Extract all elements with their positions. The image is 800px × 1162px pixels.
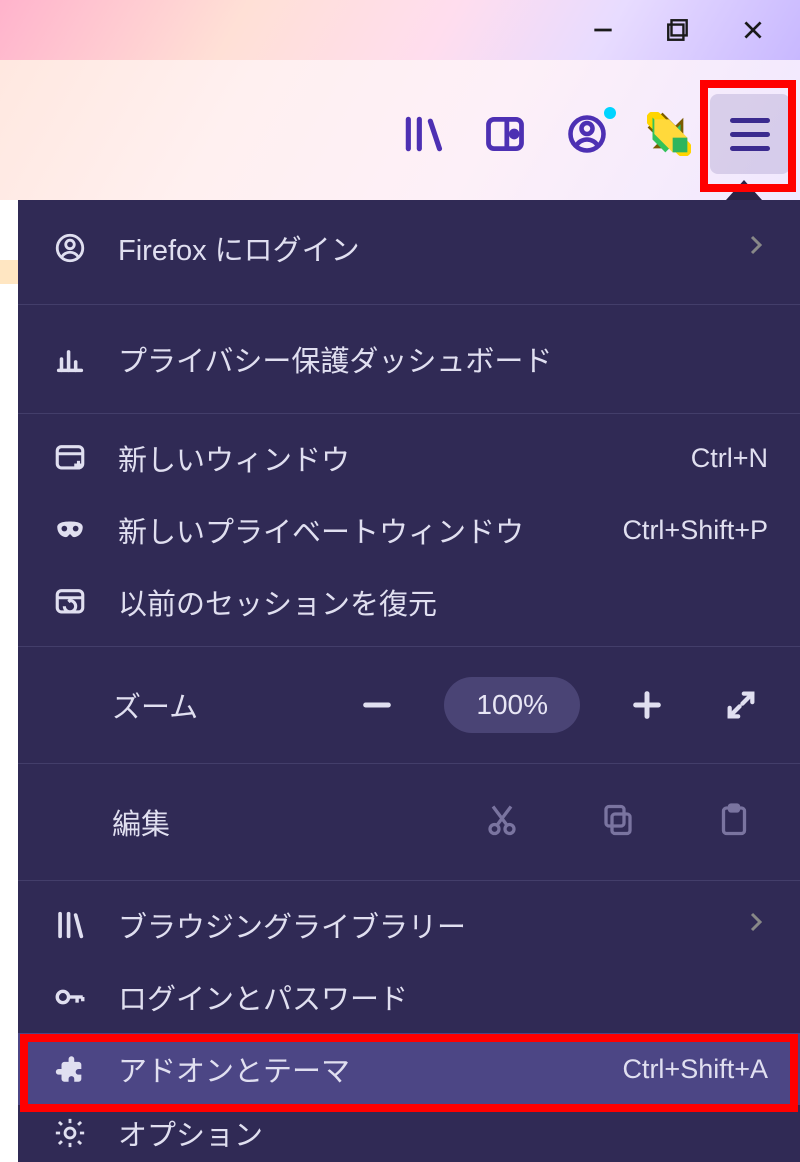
- menu-item-shortcut: Ctrl+Shift+P: [622, 515, 768, 546]
- menu-edit-row: 編集: [18, 772, 800, 872]
- menu-item-label: Firefox にログイン: [118, 227, 716, 269]
- menu-item-new-window[interactable]: 新しいウィンドウ Ctrl+N: [18, 422, 800, 494]
- sidebar-icon[interactable]: [466, 95, 544, 173]
- separator: [18, 880, 800, 881]
- app-menu-panel: Firefox にログイン プライバシー保護ダッシュボード 新しいウィンドウ C…: [18, 200, 800, 1162]
- notification-dot-icon: [604, 107, 616, 119]
- library-books-icon: [50, 908, 90, 942]
- browser-toolbar: [0, 60, 800, 200]
- menu-item-label: ブラウジングライブラリー: [118, 904, 716, 946]
- account-icon[interactable]: [548, 95, 626, 173]
- menu-item-label: ログインとパスワード: [118, 976, 768, 1018]
- menu-item-label: 新しいプライベートウィンドウ: [118, 509, 594, 551]
- menu-pointer-icon: [726, 180, 762, 200]
- menu-item-label: オプション: [118, 1112, 768, 1154]
- chart-icon: [50, 342, 90, 376]
- menu-item-label: プライバシー保護ダッシュボード: [118, 338, 768, 380]
- menu-item-privacy-dashboard[interactable]: プライバシー保護ダッシュボード: [18, 313, 800, 405]
- fullscreen-button[interactable]: [714, 678, 768, 732]
- zoom-out-button[interactable]: [350, 678, 404, 732]
- puzzle-icon: [50, 1052, 90, 1086]
- zoom-in-button[interactable]: [620, 678, 674, 732]
- separator: [18, 646, 800, 647]
- gear-icon: [50, 1116, 90, 1150]
- account-circle-icon: [50, 231, 90, 265]
- separator: [18, 763, 800, 764]
- menu-item-addons[interactable]: アドオンとテーマ Ctrl+Shift+A: [18, 1033, 800, 1105]
- minimize-button[interactable]: [565, 0, 640, 60]
- maximize-button[interactable]: [640, 0, 715, 60]
- menu-item-restore-session[interactable]: 以前のセッションを復元: [18, 566, 800, 638]
- menu-item-logins[interactable]: ログインとパスワード: [18, 961, 800, 1033]
- paste-button[interactable]: [716, 802, 752, 843]
- menu-item-login[interactable]: Firefox にログイン: [18, 200, 800, 296]
- hamburger-icon: [730, 118, 770, 151]
- chevron-right-icon: [744, 909, 768, 942]
- library-icon[interactable]: [384, 95, 462, 173]
- separator: [18, 413, 800, 414]
- menu-item-new-private-window[interactable]: 新しいプライベートウィンドウ Ctrl+Shift+P: [18, 494, 800, 566]
- decorative-strip: [0, 260, 18, 284]
- mask-icon: [50, 513, 90, 547]
- chevron-right-icon: [744, 232, 768, 265]
- menu-item-label: 以前のセッションを復元: [118, 581, 768, 623]
- menu-item-library[interactable]: ブラウジングライブラリー: [18, 889, 800, 961]
- menu-item-label: 新しいウィンドウ: [118, 437, 663, 479]
- close-button[interactable]: [715, 0, 790, 60]
- separator: [18, 304, 800, 305]
- menu-item-options[interactable]: オプション: [18, 1105, 800, 1161]
- edit-label: 編集: [50, 801, 250, 843]
- key-icon: [50, 980, 90, 1014]
- menu-item-label: アドオンとテーマ: [118, 1048, 594, 1090]
- menu-zoom-row: ズーム 100%: [18, 655, 800, 755]
- menu-item-shortcut: Ctrl+N: [691, 443, 768, 474]
- menu-item-shortcut: Ctrl+Shift+A: [622, 1054, 768, 1085]
- new-window-icon: [50, 441, 90, 475]
- window-controls-bar: [0, 0, 800, 60]
- zoom-label: ズーム: [50, 684, 200, 726]
- copy-button[interactable]: [600, 802, 636, 843]
- app-menu-button[interactable]: [710, 94, 790, 174]
- zoom-value: 100%: [476, 689, 548, 720]
- cut-button[interactable]: [484, 802, 520, 843]
- zoom-level-button[interactable]: 100%: [444, 677, 580, 733]
- restore-icon: [50, 585, 90, 619]
- download-arrow-icon[interactable]: [630, 95, 708, 173]
